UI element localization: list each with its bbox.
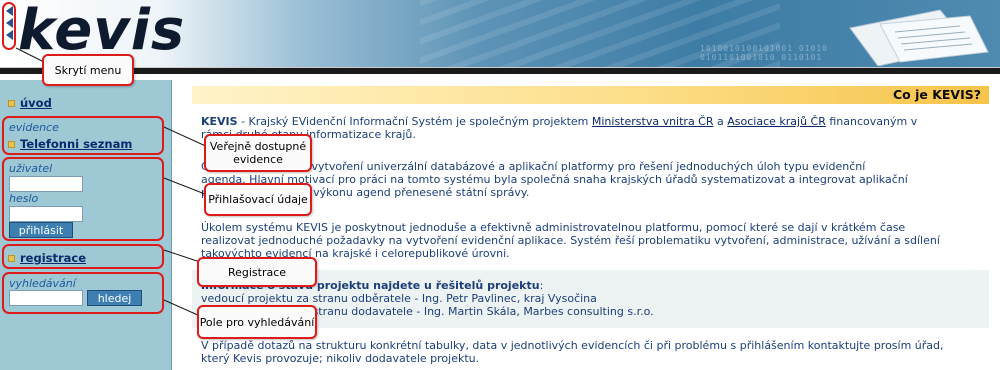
callout-search: Pole pro vyhledávání	[197, 305, 317, 339]
callout-public-evidence: Veřejně dostupné evidence	[204, 134, 312, 172]
project-info-paragraph: Informace o stavu projektu najdete u řeš…	[201, 279, 654, 318]
kevis-name: KEVIS	[201, 115, 238, 128]
ministerstvo-link[interactable]: Ministerstva vnitra ČR	[592, 115, 714, 128]
search-highlight	[2, 272, 164, 314]
purpose-paragraph: Úkolem systému KEVIS je poskytnout jedno…	[201, 221, 940, 260]
header-banner: kevis 1010010100101001 01010 01011010010…	[0, 0, 1000, 68]
documents-illustration-icon	[849, 9, 989, 66]
callout-hide-menu: Skrytí menu	[42, 54, 134, 86]
binary-decoration: 1010010100101001 01010 0101101001010 011…	[700, 44, 828, 62]
intro-paragraph: KEVIS - Krajský EVidenční Informační Sys…	[201, 115, 918, 141]
header-divider	[0, 68, 1000, 74]
page-title: Co je KEVIS?	[892, 87, 981, 102]
asociace-link[interactable]: Asociace krajů ČR	[727, 115, 826, 128]
page-title-bar: Co je KEVIS?	[192, 86, 989, 104]
callout-registration: Registrace	[197, 257, 317, 287]
callout-login: Přihlašovací údaje	[204, 183, 312, 216]
goal-paragraph: Cílem projektu bylo vytvoření univerzáln…	[201, 160, 908, 199]
contact-paragraph: V případě dotazů na strukturu konkrétní …	[201, 339, 944, 365]
hide-menu-highlight	[2, 2, 16, 50]
public-evidence-highlight	[2, 116, 164, 155]
sidebar-item-uvod[interactable]: úvod	[8, 96, 52, 110]
login-highlight	[2, 157, 164, 241]
registration-highlight	[2, 244, 164, 269]
bullet-icon	[8, 99, 15, 107]
